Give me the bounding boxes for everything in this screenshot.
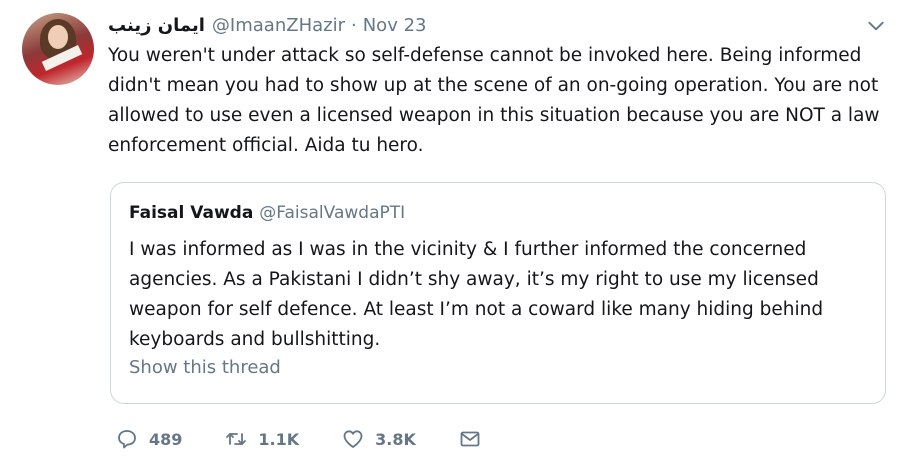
tweet-text: You weren't under attack so self-defense… <box>108 45 880 156</box>
separator-dot: · <box>350 14 357 36</box>
reply-count: 489 <box>149 429 183 449</box>
retweet-count: 1.1K <box>258 429 300 449</box>
tweet-header: ايمان زينب @ImaanZHazir · Nov 23 <box>108 12 426 38</box>
direct-message-button[interactable] <box>458 427 492 451</box>
quoted-user-handle: @FaisalVawdaPTI <box>259 203 406 223</box>
quoted-tweet-header: Faisal Vawda @FaisalVawdaPTI <box>129 203 405 223</box>
avatar[interactable] <box>22 13 94 85</box>
avatar-face <box>48 25 68 49</box>
action-bar: 489 1.1K 3.8K <box>115 425 534 453</box>
tweet-date[interactable]: Nov 23 <box>363 15 427 36</box>
display-name[interactable]: ايمان زينب <box>108 15 205 36</box>
quoted-display-name: Faisal Vawda <box>129 203 254 223</box>
retweet-button[interactable]: 1.1K <box>224 427 299 451</box>
retweet-icon <box>226 433 247 445</box>
reply-icon <box>118 430 136 449</box>
like-button[interactable]: 3.8K <box>341 427 416 451</box>
quoted-tweet-text: I was informed as I was in the vicinity … <box>129 239 824 350</box>
show-thread-link[interactable]: Show this thread <box>129 357 281 378</box>
quoted-tweet[interactable]: Faisal Vawda @FaisalVawdaPTI I was inform… <box>110 182 886 404</box>
user-handle[interactable]: @ImaanZHazir <box>212 15 345 36</box>
like-count: 3.8K <box>375 429 416 449</box>
message-icon <box>460 431 480 447</box>
like-icon <box>343 430 363 448</box>
tweet: ايمان زينب @ImaanZHazir · Nov 23 You wer… <box>0 0 900 456</box>
reply-button[interactable]: 489 <box>115 427 182 451</box>
chevron-down-icon[interactable] <box>866 16 886 36</box>
